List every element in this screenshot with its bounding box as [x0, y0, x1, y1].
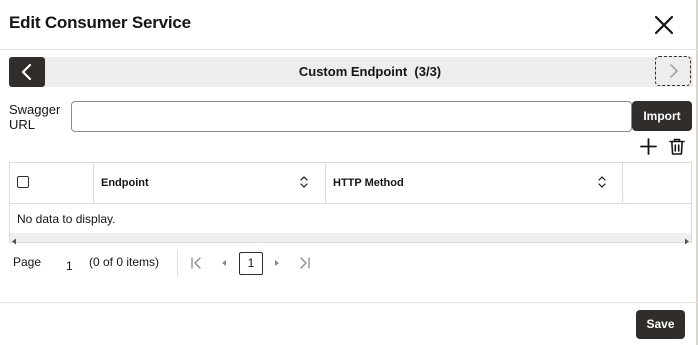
next-page-icon[interactable]	[270, 256, 284, 270]
horizontal-scrollbar[interactable]	[10, 233, 691, 245]
header-divider	[0, 49, 698, 50]
import-button[interactable]: Import	[632, 101, 692, 131]
column-header-http-method[interactable]: HTTP Method	[333, 177, 404, 189]
dialog-title: Edit Consumer Service	[9, 13, 191, 32]
close-icon[interactable]	[653, 14, 675, 36]
column-divider	[325, 162, 326, 204]
save-button[interactable]: Save	[636, 310, 685, 339]
chevron-right-icon	[670, 64, 678, 78]
current-page-button[interactable]: 1	[239, 252, 263, 275]
select-all-checkbox[interactable]	[17, 176, 29, 188]
page-number-input[interactable]: 1	[66, 259, 73, 273]
column-header-endpoint[interactable]: Endpoint	[101, 177, 149, 189]
previous-page-icon[interactable]	[217, 256, 231, 270]
last-page-icon[interactable]	[298, 256, 312, 270]
column-divider	[93, 162, 94, 204]
train-step-label: Custom Endpoint (3/3)	[298, 64, 442, 79]
first-page-icon[interactable]	[189, 256, 203, 270]
delete-icon[interactable]	[668, 137, 686, 156]
empty-table-message: No data to display.	[17, 212, 116, 226]
swagger-url-input[interactable]	[71, 101, 632, 132]
page-label: Page	[13, 255, 42, 269]
swagger-url-label: Swagger URL	[9, 102, 61, 132]
footer-divider	[0, 302, 698, 303]
chevron-left-icon	[21, 63, 32, 81]
add-icon[interactable]	[639, 137, 658, 156]
items-count: (0 of 0 items)	[89, 255, 160, 269]
scroll-arrows-icon	[12, 238, 689, 245]
pagination-divider	[177, 250, 178, 276]
sort-icon[interactable]	[597, 175, 607, 189]
column-divider	[622, 162, 623, 204]
previous-step-button[interactable]	[9, 57, 45, 87]
next-step-button[interactable]	[655, 56, 691, 86]
sort-icon[interactable]	[299, 175, 309, 189]
